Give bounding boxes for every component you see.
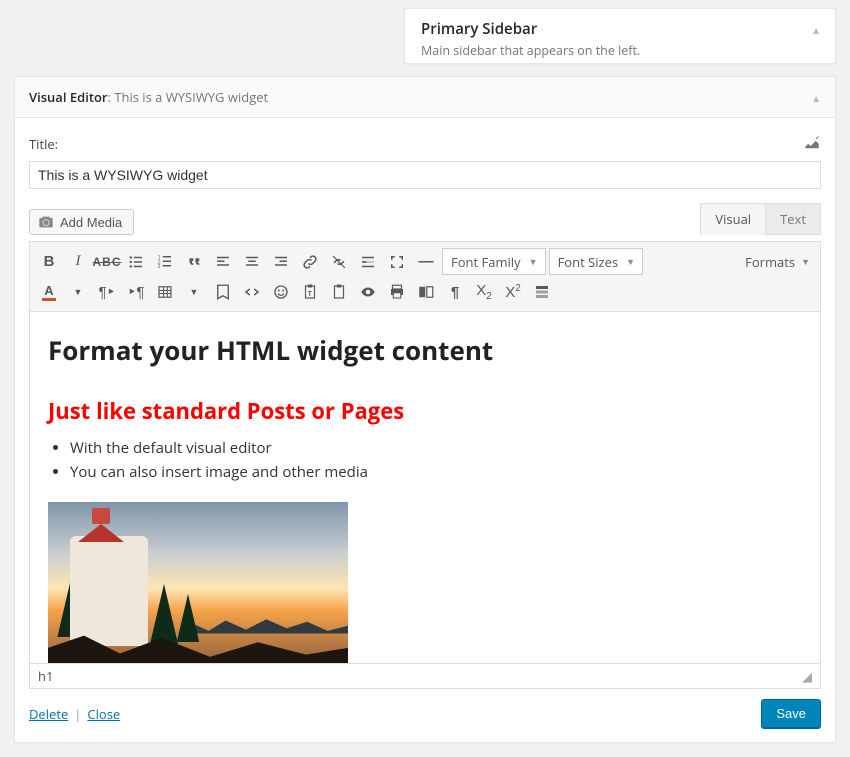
title-label: Title: xyxy=(29,135,58,153)
align-left-button[interactable] xyxy=(210,249,236,275)
add-media-label: Add Media xyxy=(60,215,122,230)
horizontal-rule-button[interactable]: — xyxy=(413,249,439,275)
blockquote-button[interactable] xyxy=(181,249,207,275)
chevron-down-icon: ▼ xyxy=(801,255,810,268)
editor-status-bar: h1 ◢ xyxy=(29,664,821,689)
align-right-button[interactable] xyxy=(268,249,294,275)
insert-more-button[interactable] xyxy=(355,249,381,275)
fullscreen-button[interactable] xyxy=(384,249,410,275)
formats-select[interactable]: Formats ▼ xyxy=(741,253,814,271)
font-sizes-select[interactable]: Font Sizes xyxy=(549,248,644,275)
font-family-select[interactable]: Font Family xyxy=(442,248,546,275)
add-media-button[interactable]: Add Media xyxy=(29,209,134,235)
code-button[interactable] xyxy=(239,279,265,305)
paste-text-button[interactable]: T xyxy=(297,279,323,305)
show-blocks-button[interactable]: ¶ xyxy=(442,279,468,305)
emoticon-button[interactable] xyxy=(268,279,294,305)
sidebar-desc: Main sidebar that appears on the left. xyxy=(421,42,795,59)
rtl-button[interactable]: ‣¶ xyxy=(123,279,149,305)
svg-text:T: T xyxy=(308,289,312,298)
editor-mode-tabs: Visual Text xyxy=(701,203,821,235)
content-h2[interactable]: Just like standard Posts or Pages xyxy=(48,396,802,426)
ltr-button[interactable]: ¶‣ xyxy=(94,279,120,305)
svg-text:3: 3 xyxy=(158,262,161,270)
content-h1[interactable]: Format your HTML widget content xyxy=(48,332,802,368)
italic-button[interactable]: I xyxy=(65,249,91,275)
bulleted-list-button[interactable] xyxy=(123,249,149,275)
list-item[interactable]: With the default visual editor xyxy=(70,438,802,460)
editor-toolbar: B I ABC 123 — Font Family Font Sizes For… xyxy=(29,241,821,312)
collapse-caret-icon[interactable]: ▲ xyxy=(811,23,821,37)
widget-header-subtitle: This is a WYSIWYG widget xyxy=(114,88,268,106)
list-item[interactable]: You can also insert image and other medi… xyxy=(70,462,802,484)
sidebar-region-header[interactable]: Primary Sidebar Main sidebar that appear… xyxy=(404,8,836,64)
camera-icon xyxy=(38,214,54,230)
content-image[interactable] xyxy=(48,502,348,664)
title-options-icon[interactable] xyxy=(803,134,821,157)
print-button[interactable] xyxy=(384,279,410,305)
unlink-button[interactable] xyxy=(326,249,352,275)
editor-content[interactable]: Format your HTML widget content Just lik… xyxy=(30,312,820,663)
delete-link[interactable]: Delete xyxy=(29,705,68,723)
strikethrough-button[interactable]: ABC xyxy=(94,249,120,275)
content-list[interactable]: With the default visual editor You can a… xyxy=(70,438,802,484)
resize-handle-icon[interactable]: ◢ xyxy=(802,667,812,685)
numbered-list-button[interactable]: 123 xyxy=(152,249,178,275)
superscript-button[interactable]: X2 xyxy=(500,279,526,305)
anchor-button[interactable] xyxy=(210,279,236,305)
visual-editor-widget: Visual Editor: This is a WYSIWYG widget … xyxy=(14,76,836,743)
widget-footer: Delete | Close Save xyxy=(29,689,821,728)
sidebar-title: Primary Sidebar xyxy=(421,19,795,39)
widget-header[interactable]: Visual Editor: This is a WYSIWYG widget … xyxy=(15,77,835,118)
table-more-button[interactable]: ▼ xyxy=(181,279,207,305)
widget-collapse-caret-icon[interactable]: ▲ xyxy=(811,91,821,105)
tab-visual[interactable]: Visual xyxy=(700,203,766,235)
save-button[interactable]: Save xyxy=(761,699,821,728)
link-button[interactable] xyxy=(297,249,323,275)
text-color-button[interactable]: A xyxy=(36,279,62,305)
align-center-button[interactable] xyxy=(239,249,265,275)
widget-body: Title: Add Media Visual Text B I ABC xyxy=(15,118,835,742)
tab-text[interactable]: Text xyxy=(765,203,821,235)
bold-button[interactable]: B xyxy=(36,249,62,275)
search-replace-button[interactable] xyxy=(413,279,439,305)
title-input[interactable] xyxy=(29,161,821,189)
close-link[interactable]: Close xyxy=(87,705,120,723)
widget-header-name: Visual Editor xyxy=(29,88,108,106)
subscript-button[interactable]: X2 xyxy=(471,279,497,305)
table-button[interactable] xyxy=(152,279,178,305)
toolbar-toggle-button[interactable] xyxy=(529,279,555,305)
status-path: h1 xyxy=(38,667,53,685)
clear-formatting-button[interactable] xyxy=(326,279,352,305)
visibility-button[interactable] xyxy=(355,279,381,305)
editor-area: Format your HTML widget content Just lik… xyxy=(29,312,821,664)
text-color-more-button[interactable]: ▼ xyxy=(65,279,91,305)
